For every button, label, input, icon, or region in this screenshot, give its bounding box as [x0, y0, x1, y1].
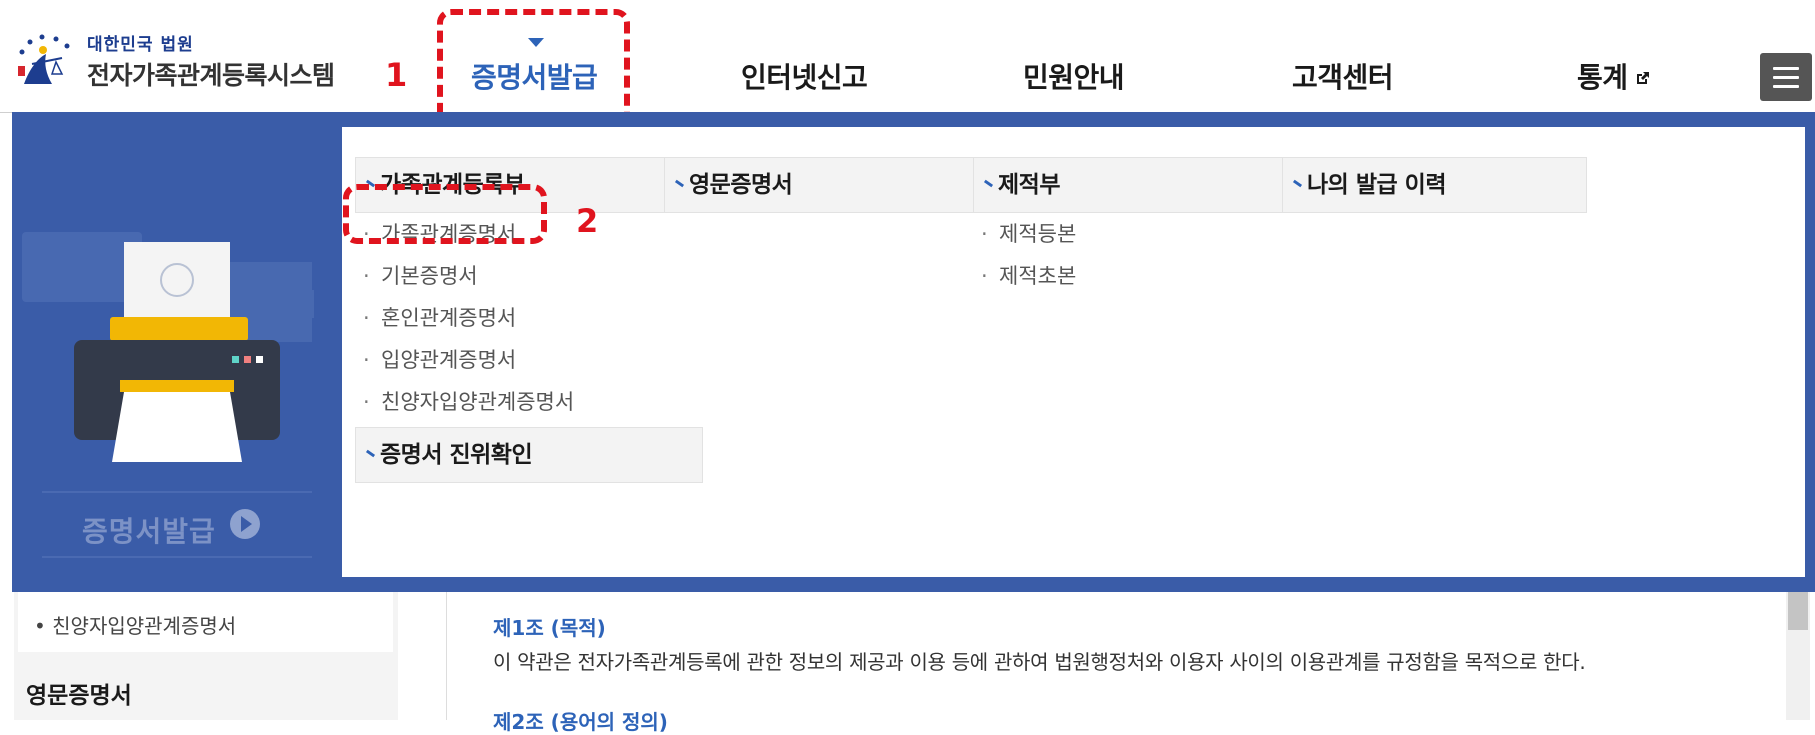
- removed-register-list: 제적등본 제적초본: [973, 213, 1076, 297]
- menu-item-removed-register-extract[interactable]: 제적초본: [973, 255, 1076, 297]
- hamburger-bar-icon: [1773, 85, 1799, 88]
- annotation-highlight-2: [343, 184, 547, 244]
- nav-item-customer-center[interactable]: 고객센터: [1292, 56, 1394, 96]
- article-title-1: 제1조 (목적): [493, 616, 606, 640]
- sidebar-heading-english[interactable]: 영문증명서: [26, 676, 132, 710]
- banner-label[interactable]: 증명서발급: [82, 510, 216, 550]
- nav-item-internet-report[interactable]: 인터넷신고: [741, 56, 868, 96]
- court-emblem-icon: [18, 34, 70, 84]
- mega-menu-dropdown: 증명서발급 가족관계등록부 영문증명서 제적부 나의 발급 이력 가족관계증명서…: [12, 112, 1815, 592]
- left-sidebar: • 친양자입양관계증명서 영문증명서: [14, 592, 398, 720]
- annotation-number-2: 2: [576, 202, 599, 240]
- family-register-list: 가족관계증명서 기본증명서 혼인관계증명서 입양관계증명서 친양자입양관계증명서: [355, 213, 574, 423]
- menu-item-removed-register-copy[interactable]: 제적등본: [973, 213, 1076, 255]
- menu-heading-my-issuance-history[interactable]: 나의 발급 이력: [1282, 157, 1587, 213]
- hamburger-bar-icon: [1773, 67, 1799, 70]
- site-header: 대한민국 법원 전자가족관계등록시스템 1 증명서발급 인터넷신고 민원안내 고…: [0, 0, 1815, 127]
- nav-item-statistics[interactable]: 통계: [1577, 56, 1650, 96]
- article-title-2: 제2조 (용어의 정의): [493, 710, 668, 734]
- mega-menu-panel: 가족관계등록부 영문증명서 제적부 나의 발급 이력 가족관계증명서 기본증명서…: [342, 127, 1805, 577]
- site-logo[interactable]: 대한민국 법원 전자가족관계등록시스템: [12, 24, 335, 94]
- menu-item-marriage-certificate[interactable]: 혼인관계증명서: [355, 297, 574, 339]
- logo-title: 전자가족관계등록시스템: [87, 61, 335, 90]
- annotation-highlight-1: [437, 9, 630, 127]
- menu-heading-authenticity-check[interactable]: 증명서 진위확인: [355, 427, 703, 483]
- hamburger-menu-button[interactable]: [1760, 53, 1812, 101]
- nav-item-statistics-label: 통계: [1577, 61, 1628, 94]
- scrollbar-thumb[interactable]: [1788, 592, 1808, 630]
- external-link-icon: [1636, 72, 1649, 84]
- annotation-number-1: 1: [385, 56, 408, 94]
- logo-subtitle: 대한민국 법원: [87, 35, 194, 55]
- menu-heading-removed-register[interactable]: 제적부: [973, 157, 1321, 213]
- menu-heading-english-certificate[interactable]: 영문증명서: [664, 157, 1012, 213]
- nav-item-civil-guide[interactable]: 민원안내: [1023, 56, 1125, 96]
- hamburger-bar-icon: [1773, 76, 1799, 79]
- menu-item-full-adoption-certificate[interactable]: 친양자입양관계증명서: [355, 381, 574, 423]
- menu-item-basic-certificate[interactable]: 기본증명서: [355, 255, 574, 297]
- sidebar-item-adoption-certificate[interactable]: • 친양자입양관계증명서: [18, 592, 393, 652]
- article-text-1: 이 약관은 전자가족관계등록에 관한 정보의 제공과 이용 등에 관하여 법원행…: [493, 650, 1586, 674]
- content-divider: [446, 592, 447, 720]
- menu-item-adoption-certificate[interactable]: 입양관계증명서: [355, 339, 574, 381]
